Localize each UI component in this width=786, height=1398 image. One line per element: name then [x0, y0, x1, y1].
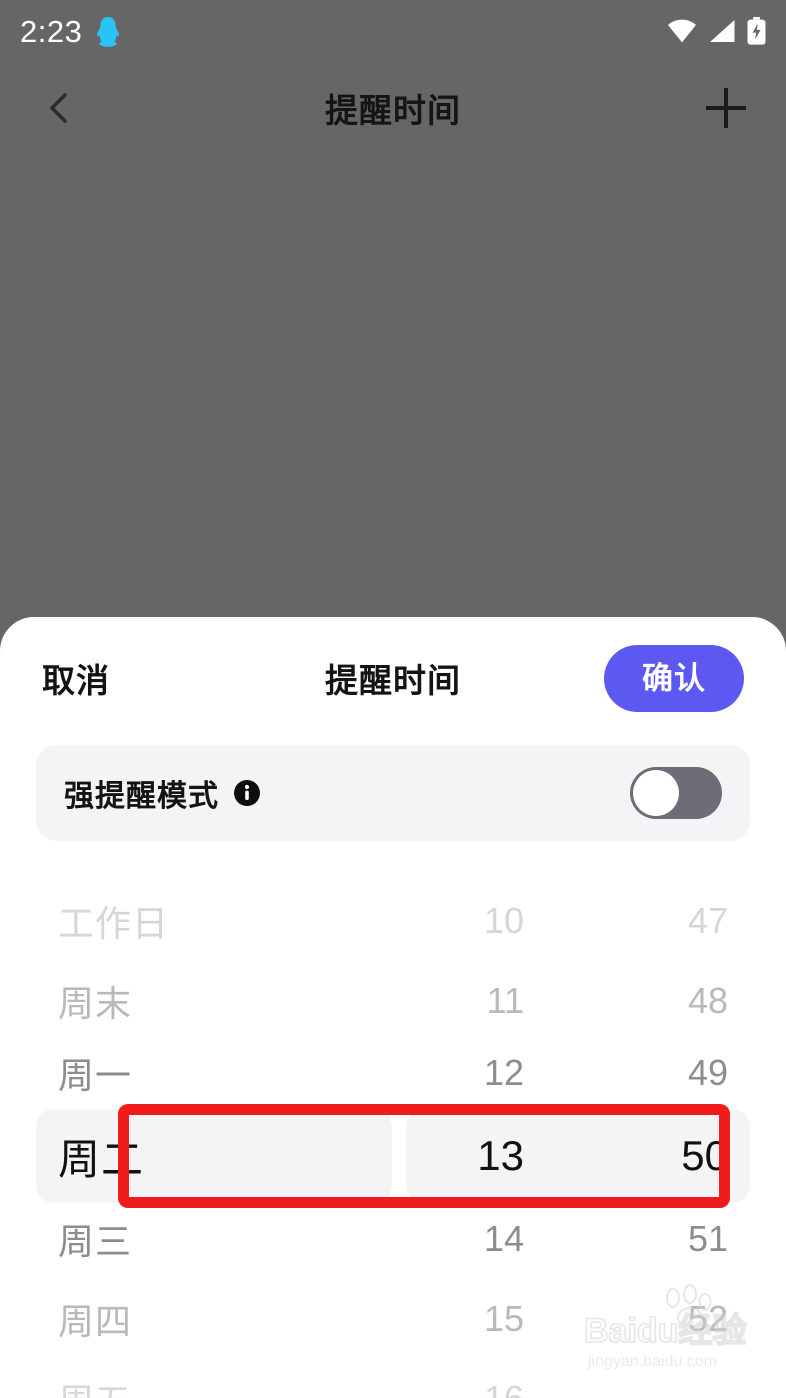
- picker-cell-day: 周五: [58, 1373, 358, 1398]
- cellular-signal-icon: [708, 19, 736, 43]
- picker-cell-hour: 10: [483, 900, 524, 941]
- picker-row[interactable]: 周一 12 49: [0, 1041, 786, 1105]
- picker-cell-day: 周一: [58, 1055, 133, 1096]
- picker-cell-day: 周四: [58, 1301, 133, 1342]
- picker-row[interactable]: 工作日 10 47: [0, 889, 786, 953]
- picker-cell-minute: 49: [687, 1052, 728, 1093]
- chevron-left-icon: [43, 91, 77, 125]
- add-button[interactable]: [696, 78, 756, 138]
- picker-cell-day: 周三: [58, 1221, 133, 1262]
- strong-reminder-label: 强提醒模式: [64, 780, 219, 813]
- page-title: 提醒时间: [325, 92, 461, 129]
- status-clock: 2:23: [20, 13, 83, 49]
- picker-row[interactable]: 周三 14 51: [0, 1207, 786, 1271]
- picker-cell-day: 工作日: [58, 903, 170, 944]
- picker-row-selected[interactable]: 周二 13 50: [0, 1113, 786, 1199]
- phone-screen: 2:23 提醒时间 取消 提醒时间 确认 强提醒模式 工作日 10 47 周末 …: [0, 0, 786, 1398]
- nav-bar: 提醒时间: [0, 62, 786, 154]
- picker-cell-hour: 13: [477, 1132, 524, 1179]
- picker-cell-hour: 11: [486, 980, 524, 1021]
- strong-reminder-toggle[interactable]: [630, 767, 722, 819]
- picker-cell-minute: 48: [687, 980, 728, 1021]
- picker-cell-minute: 47: [687, 900, 728, 941]
- picker-cell-hour: 14: [483, 1218, 524, 1259]
- qq-icon: [96, 16, 120, 47]
- picker-cell-day: 周末: [58, 983, 133, 1024]
- sheet-header: 取消 提醒时间 确认: [0, 617, 786, 739]
- svg-text:Baidu经验: Baidu经验: [584, 1311, 746, 1350]
- reminder-time-sheet: 取消 提醒时间 确认 强提醒模式 工作日 10 47 周末 11 48 周一 12 49 周二 13…: [0, 617, 786, 1398]
- svg-text:jingyan.baidu.com: jingyan.baidu.com: [587, 1353, 717, 1370]
- status-bar-left: 2:23: [20, 16, 120, 47]
- cancel-button[interactable]: 取消: [42, 654, 110, 702]
- picker-cell-hour: 12: [483, 1052, 524, 1093]
- wifi-icon: [667, 19, 697, 43]
- status-bar-right: [667, 17, 766, 45]
- toggle-knob: [633, 770, 679, 816]
- picker-cell-minute: 51: [687, 1218, 728, 1259]
- strong-reminder-row[interactable]: 强提醒模式: [36, 745, 750, 841]
- info-icon[interactable]: [219, 779, 261, 807]
- confirm-button[interactable]: 确认: [604, 644, 744, 712]
- baidu-jingyan-watermark: Baidu经验 jingyan.baidu.com: [578, 1280, 768, 1376]
- battery-charging-icon: [747, 17, 766, 45]
- picker-cell-hour: 16: [358, 1378, 618, 1398]
- picker-cell-day: 周二: [58, 1135, 145, 1183]
- plus-icon: [704, 86, 748, 130]
- picker-row[interactable]: 周末 11 48: [0, 969, 786, 1033]
- status-bar: 2:23: [0, 0, 786, 62]
- back-button[interactable]: [30, 78, 90, 138]
- picker-cell-minute: 50: [681, 1132, 728, 1179]
